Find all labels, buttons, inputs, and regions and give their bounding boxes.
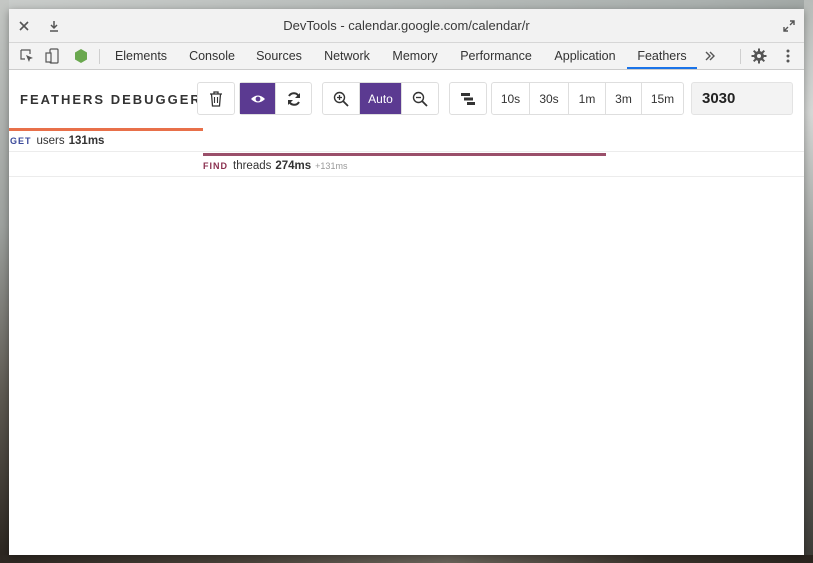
refresh-button[interactable]	[276, 83, 311, 114]
request-offset: +131ms	[315, 161, 348, 171]
customize-menu-button[interactable]	[779, 47, 797, 65]
request-service: threads	[233, 160, 272, 172]
zoom-in-button[interactable]	[323, 83, 360, 114]
tab-feathers[interactable]: Feathers	[627, 43, 697, 69]
vertical-ellipsis-icon	[786, 49, 790, 63]
tree-group	[449, 82, 487, 115]
tab-network[interactable]: Network	[317, 43, 377, 69]
trash-icon	[210, 90, 222, 107]
request-label: GET users 131ms	[10, 135, 104, 148]
range-30s-button[interactable]: 30s	[530, 83, 569, 114]
range-1m-button[interactable]: 1m	[569, 83, 606, 114]
zoom-out-icon	[412, 91, 428, 107]
inspect-element-button[interactable]	[18, 47, 36, 65]
tab-console[interactable]: Console	[181, 43, 243, 69]
chevron-double-right-icon	[705, 51, 715, 61]
tab-memory[interactable]: Memory	[385, 43, 445, 69]
feathers-toolbar: FEATHERS DEBUGGER Auto 10s 30s 1m 3m 15m…	[9, 70, 804, 127]
settings-button[interactable]	[750, 47, 768, 65]
gear-icon	[751, 48, 767, 64]
tab-elements[interactable]: Elements	[110, 43, 172, 69]
range-10s-button[interactable]: 10s	[492, 83, 530, 114]
device-toolbar-button[interactable]	[43, 47, 61, 65]
watch-toggle-button[interactable]	[240, 83, 276, 114]
request-row[interactable]: FIND threads 274ms +131ms	[9, 152, 804, 177]
tab-application[interactable]: Application	[547, 43, 623, 69]
nodejs-hexagon-icon	[75, 49, 87, 63]
request-row[interactable]: GET users 131ms	[9, 127, 804, 152]
cascade-tree-icon	[461, 92, 475, 105]
tab-divider	[740, 49, 741, 64]
request-duration-bar	[203, 153, 606, 156]
request-duration: 274ms	[275, 160, 312, 172]
title-bar: DevTools - calendar.google.com/calendar/…	[9, 9, 804, 43]
request-duration: 131ms	[68, 135, 105, 147]
more-tabs-button[interactable]	[701, 47, 719, 65]
tab-sources[interactable]: Sources	[249, 43, 309, 69]
clear-group	[197, 82, 235, 115]
eye-icon	[250, 95, 265, 102]
device-mobile-icon	[45, 48, 59, 64]
range-15m-button[interactable]: 15m	[642, 83, 683, 114]
clear-button[interactable]	[198, 83, 234, 114]
panel-brand-title: FEATHERS DEBUGGER	[20, 92, 202, 107]
request-label: FIND threads 274ms +131ms	[203, 160, 347, 173]
tab-divider	[99, 49, 100, 64]
zoom-in-icon	[333, 91, 349, 107]
zoom-group: Auto	[322, 82, 439, 115]
window-title: DevTools - calendar.google.com/calendar/…	[283, 18, 530, 33]
request-timeline: GET users 131ms FIND threads 274ms +131ms	[9, 127, 804, 555]
port-input[interactable]: 3030	[691, 82, 793, 115]
devtools-tab-bar: Elements Console Sources Network Memory …	[9, 43, 804, 70]
zoom-auto-button[interactable]: Auto	[360, 83, 402, 114]
expand-icon	[783, 20, 795, 32]
tab-performance[interactable]: Performance	[455, 43, 537, 69]
capture-group	[239, 82, 312, 115]
time-range-group: 10s 30s 1m 3m 15m	[491, 82, 684, 115]
inspect-cursor-icon	[20, 49, 33, 62]
refresh-icon	[287, 91, 300, 106]
range-3m-button[interactable]: 3m	[606, 83, 642, 114]
request-duration-bar	[9, 128, 203, 131]
request-method: FIND	[203, 161, 228, 171]
request-service: users	[36, 135, 65, 147]
tree-view-button[interactable]	[450, 83, 486, 114]
zoom-out-button[interactable]	[402, 83, 438, 114]
node-extension-button[interactable]	[72, 47, 90, 65]
devtools-window: DevTools - calendar.google.com/calendar/…	[9, 9, 804, 555]
request-method: GET	[10, 136, 32, 146]
maximize-window-button[interactable]	[779, 16, 799, 36]
